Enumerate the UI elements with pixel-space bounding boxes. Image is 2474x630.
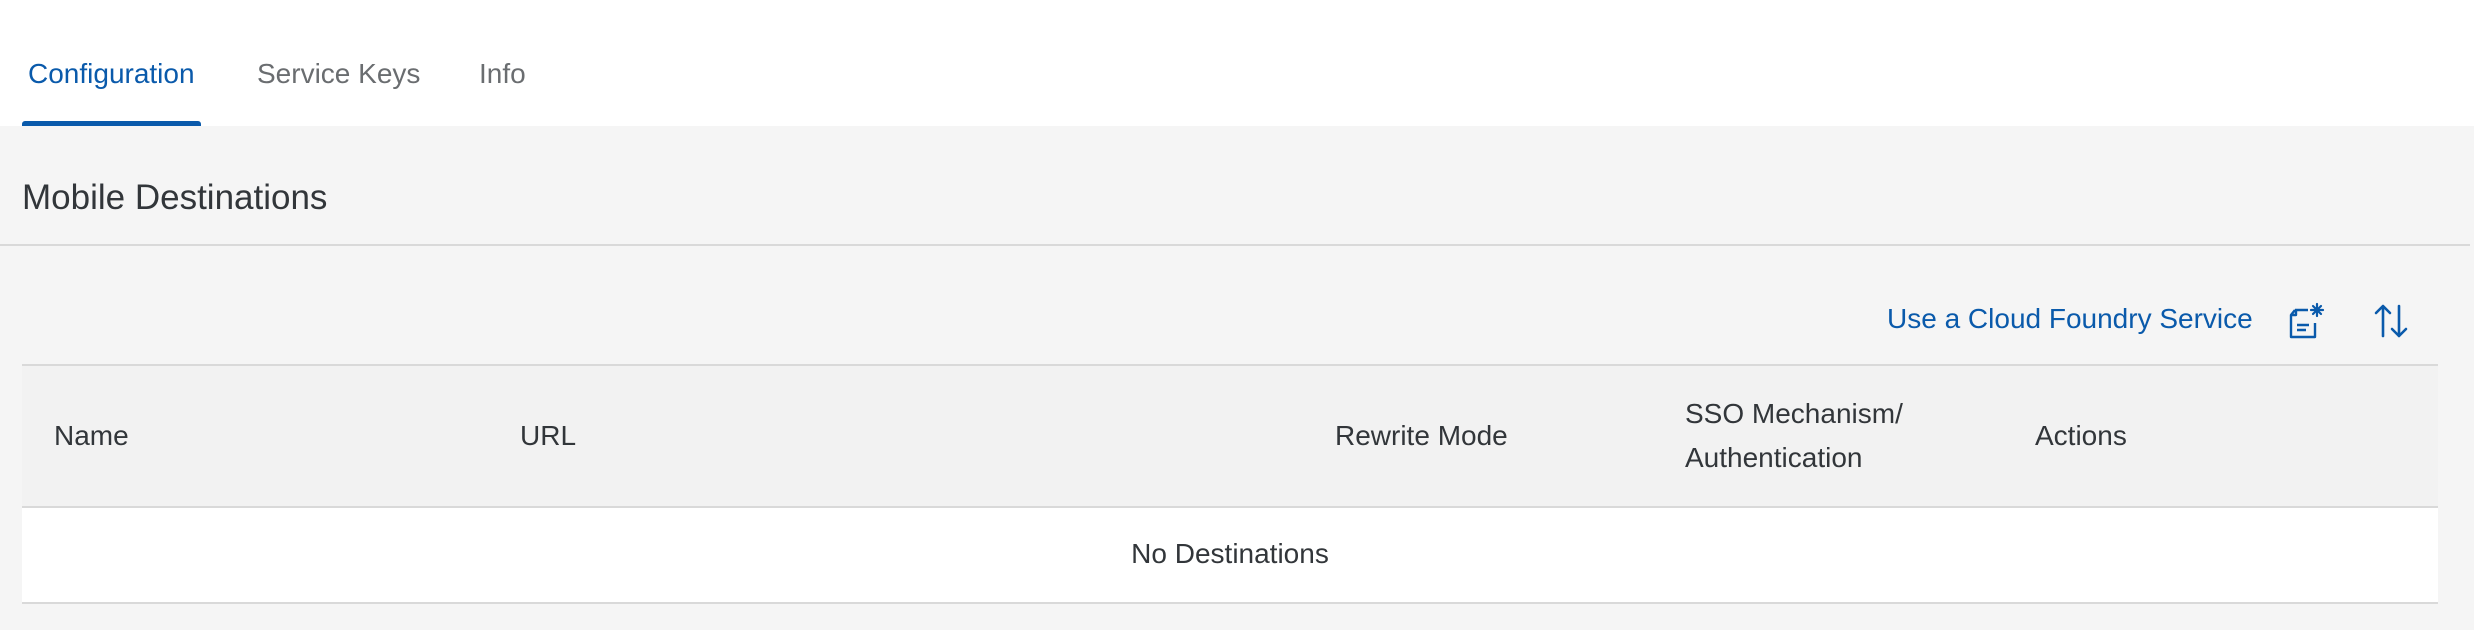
column-header-name[interactable]: Name bbox=[54, 414, 129, 458]
tab-info-label: Info bbox=[479, 58, 526, 89]
sort-icon-graphic bbox=[2374, 304, 2408, 338]
destinations-table: Name URL Rewrite Mode SSO Mechanism/ Aut… bbox=[22, 364, 2438, 604]
section-title: Mobile Destinations bbox=[22, 178, 328, 217]
empty-table-message: No Destinations bbox=[1131, 538, 1329, 569]
column-header-url[interactable]: URL bbox=[520, 414, 576, 458]
table-header: Name URL Rewrite Mode SSO Mechanism/ Aut… bbox=[22, 364, 2438, 508]
column-header-sso-line-1: SSO Mechanism/ bbox=[1685, 398, 1903, 429]
tab-configuration[interactable]: Configuration bbox=[22, 58, 201, 126]
column-header-actions[interactable]: Actions bbox=[2035, 414, 2127, 458]
new-document-icon[interactable] bbox=[2284, 298, 2330, 344]
tab-configuration-label: Configuration bbox=[28, 58, 195, 89]
column-header-sso-mechanism[interactable]: SSO Mechanism/ Authentication bbox=[1685, 392, 1903, 480]
column-header-rewrite-mode[interactable]: Rewrite Mode bbox=[1335, 414, 1508, 458]
new-document-icon-graphic bbox=[2289, 302, 2325, 339]
tab-bar: Configuration Service Keys Info bbox=[0, 0, 2474, 126]
section-divider bbox=[0, 244, 2470, 246]
selected-tab-indicator bbox=[22, 121, 201, 126]
tab-service-keys[interactable]: Service Keys bbox=[257, 58, 420, 126]
table-body: No Destinations bbox=[22, 508, 2438, 604]
tab-service-keys-label: Service Keys bbox=[257, 58, 421, 89]
tab-info[interactable]: Info bbox=[479, 58, 526, 126]
sort-icon[interactable] bbox=[2368, 298, 2414, 344]
use-cloud-foundry-service-link[interactable]: Use a Cloud Foundry Service bbox=[1887, 303, 2253, 335]
column-header-sso-line-2: Authentication bbox=[1685, 442, 1863, 473]
